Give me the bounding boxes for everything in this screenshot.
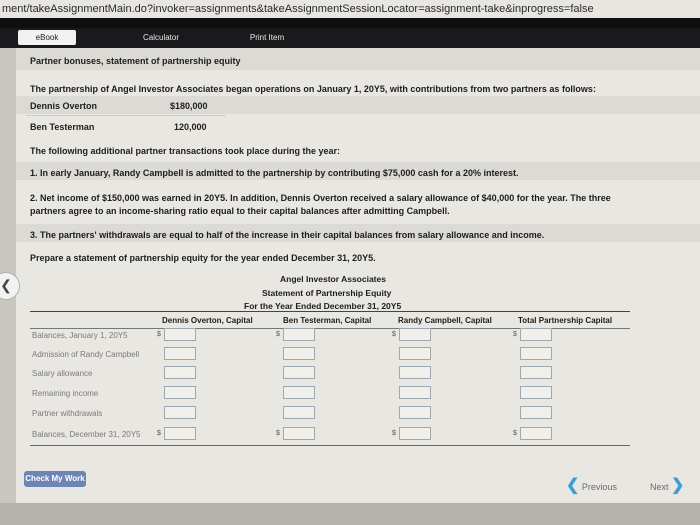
instruction-text: Prepare a statement of partnership equit…	[30, 253, 376, 263]
previous-button[interactable]: ❮ Previous	[566, 475, 617, 495]
intro-text: The partnership of Angel Investor Associ…	[30, 84, 596, 94]
row-label-withdrawals: Partner withdrawals	[32, 409, 103, 418]
input-total-balance-jan[interactable]	[520, 328, 552, 341]
input-testerman-remaining-income[interactable]	[283, 386, 315, 399]
row-label-admission: Admission of Randy Campbell	[32, 350, 140, 359]
browser-toolbar	[0, 18, 700, 28]
chevron-left-icon: ❮	[566, 477, 580, 494]
tab-calculator[interactable]: Calculator	[128, 30, 194, 45]
partner-name-1: Dennis Overton	[30, 101, 98, 111]
transactions-heading: The following additional partner transac…	[30, 146, 341, 156]
transaction-1: 1. In early January, Randy Campbell is a…	[30, 168, 519, 178]
input-overton-balance-dec[interactable]	[164, 427, 196, 440]
tab-print-item[interactable]: Print Item	[236, 30, 298, 45]
input-total-salary[interactable]	[520, 366, 552, 379]
url-bar[interactable]: ment/takeAssignmentMain.do?invoker=assig…	[0, 0, 700, 18]
input-campbell-salary[interactable]	[399, 366, 431, 379]
partner-amount-2: 120,000	[174, 122, 207, 132]
currency-symbol: $	[276, 331, 280, 338]
col-total-capital: Total Partnership Capital	[518, 316, 613, 325]
col-randy-campbell: Randy Campbell, Capital	[398, 316, 492, 325]
check-my-work-button[interactable]: Check My Work	[24, 471, 86, 487]
input-overton-salary[interactable]	[164, 366, 196, 379]
tool-tabs: eBook Calculator Print Item	[0, 28, 700, 48]
row-label-salary: Salary allowance	[32, 369, 93, 378]
footer-rule	[30, 445, 630, 446]
input-total-balance-dec[interactable]	[520, 427, 552, 440]
row-label-balances-dec: Balances, December 31, 20Y5	[32, 430, 141, 439]
transaction-2: 2. Net income of $150,000 was earned in …	[30, 193, 611, 203]
row-stripe	[16, 96, 700, 114]
partner-name-2: Ben Testerman	[30, 122, 95, 132]
header-rule	[30, 311, 630, 312]
next-button[interactable]: Next ❯	[650, 475, 684, 495]
row-label-remaining-income: Remaining income	[32, 389, 99, 398]
input-campbell-balance-dec[interactable]	[399, 427, 431, 440]
problem-title: Partner bonuses, statement of partnershi…	[30, 56, 241, 66]
input-overton-remaining-income[interactable]	[164, 386, 196, 399]
input-campbell-balance-jan[interactable]	[399, 328, 431, 341]
input-campbell-admission[interactable]	[399, 347, 431, 360]
tab-ebook[interactable]: eBook	[18, 30, 76, 45]
statement-title: Statement of Partnership Equity	[262, 288, 392, 298]
divider	[26, 115, 226, 116]
input-testerman-balance-dec[interactable]	[283, 427, 315, 440]
statement-company: Angel Investor Associates	[280, 274, 386, 284]
row-label-balances-jan: Balances, January 1, 20Y5	[32, 331, 128, 340]
currency-symbol: $	[157, 331, 161, 338]
problem-panel: Partner bonuses, statement of partnershi…	[16, 48, 700, 503]
input-campbell-remaining-income[interactable]	[399, 386, 431, 399]
input-total-withdrawals[interactable]	[520, 406, 552, 419]
col-ben-testerman: Ben Testerman, Capital	[283, 316, 372, 325]
input-testerman-balance-jan[interactable]	[283, 328, 315, 341]
previous-label: Previous	[581, 482, 617, 492]
currency-symbol: $	[392, 430, 396, 437]
currency-symbol: $	[276, 430, 280, 437]
input-total-admission[interactable]	[520, 347, 552, 360]
input-testerman-withdrawals[interactable]	[283, 406, 315, 419]
input-overton-admission[interactable]	[164, 347, 196, 360]
input-campbell-withdrawals[interactable]	[399, 406, 431, 419]
input-overton-withdrawals[interactable]	[164, 406, 196, 419]
input-testerman-salary[interactable]	[283, 366, 315, 379]
taskbar	[0, 503, 700, 525]
partner-amount-1: $180,000	[170, 101, 208, 111]
chevron-right-icon: ❯	[671, 477, 685, 494]
currency-symbol: $	[513, 430, 517, 437]
input-testerman-admission[interactable]	[283, 347, 315, 360]
currency-symbol: $	[157, 430, 161, 437]
transaction-2-cont: partners agree to an income-sharing rati…	[30, 206, 450, 216]
next-label: Next	[650, 482, 669, 492]
statement-period: For the Year Ended December 31, 20Y5	[244, 301, 402, 311]
input-overton-balance-jan[interactable]	[164, 328, 196, 341]
transaction-3: 3. The partners' withdrawals are equal t…	[30, 230, 545, 240]
currency-symbol: $	[392, 331, 396, 338]
col-dennis-overton: Dennis Overton, Capital	[162, 316, 253, 325]
input-total-remaining-income[interactable]	[520, 386, 552, 399]
currency-symbol: $	[513, 331, 517, 338]
